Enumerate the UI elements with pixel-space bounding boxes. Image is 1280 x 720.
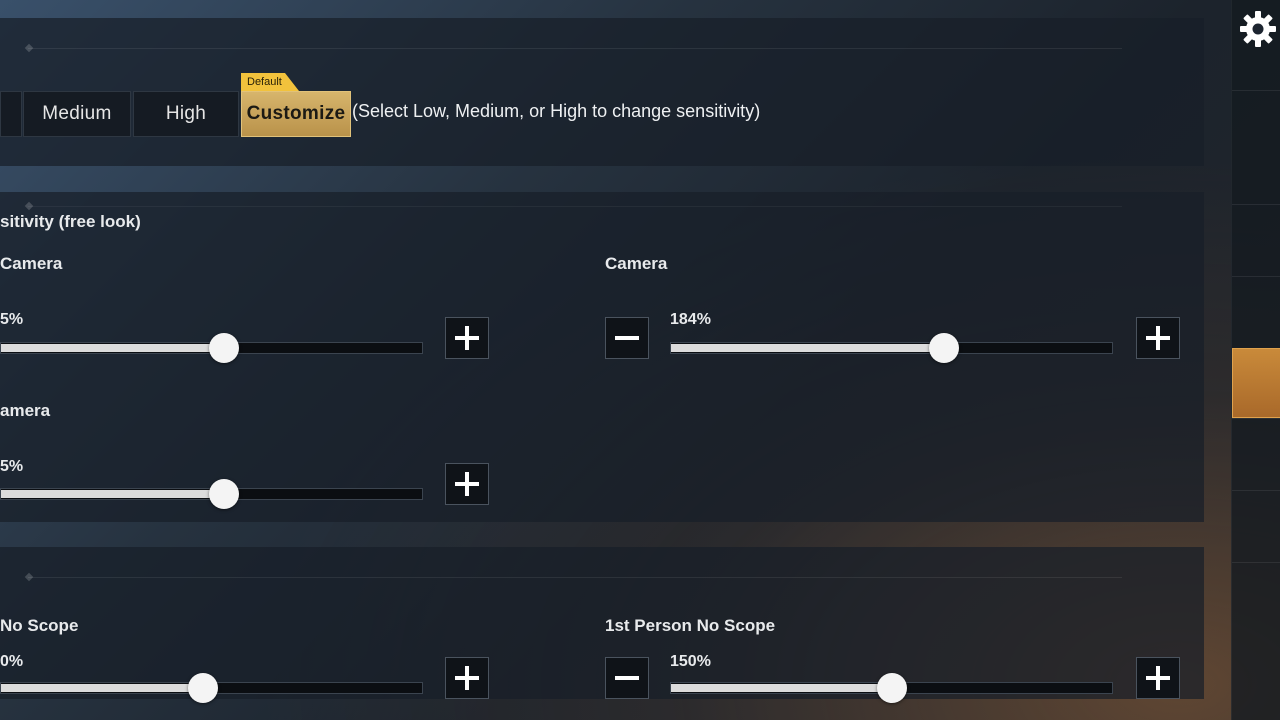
gear-icon[interactable] <box>1238 9 1278 49</box>
preset-low-button[interactable] <box>0 91 22 137</box>
section-divider <box>28 48 1122 49</box>
slider-fill <box>1 684 204 692</box>
default-tag: Default <box>241 73 299 91</box>
increase-button[interactable] <box>1136 317 1180 359</box>
scope-sensitivity-panel <box>0 547 1204 699</box>
rail-tab-active[interactable] <box>1232 348 1280 418</box>
rail-tab[interactable] <box>1232 90 1280 205</box>
slider-thumb[interactable] <box>209 479 240 509</box>
section-divider <box>28 206 1122 207</box>
slider-thumb[interactable] <box>876 673 907 703</box>
settings-side-rail <box>1231 0 1280 720</box>
slider-thumb[interactable] <box>188 673 219 703</box>
plus-icon <box>455 326 479 350</box>
minus-icon <box>615 676 639 680</box>
slider-thumb[interactable] <box>209 333 240 363</box>
plus-icon <box>1146 326 1170 350</box>
plus-icon <box>1146 666 1170 690</box>
camera-value: 5% <box>0 458 24 475</box>
preset-customize-button[interactable]: Customize <box>241 91 351 137</box>
slider-fill <box>1 344 225 352</box>
camera-label: Camera <box>0 254 63 273</box>
first-person-no-scope-label: 1st Person No Scope <box>605 616 776 635</box>
plus-icon <box>455 472 479 496</box>
decrease-button[interactable] <box>605 317 649 359</box>
slider-fill <box>671 344 945 352</box>
preset-medium-button[interactable]: Medium <box>23 91 131 137</box>
increase-button[interactable] <box>445 463 489 505</box>
camera-label: amera <box>0 401 51 420</box>
increase-button[interactable] <box>445 657 489 699</box>
rail-tab[interactable] <box>1232 418 1280 491</box>
first-person-no-scope-slider[interactable] <box>670 673 1113 703</box>
camera-slider[interactable] <box>0 333 423 363</box>
minus-icon <box>615 336 639 340</box>
decrease-button[interactable] <box>605 657 649 699</box>
section-divider <box>28 577 1122 578</box>
no-scope-value: 0% <box>0 653 24 670</box>
rail-tab[interactable] <box>1232 490 1280 563</box>
slider-fill <box>671 684 892 692</box>
plus-icon <box>455 666 479 690</box>
camera-sensitivity-panel <box>0 192 1204 522</box>
camera-label-right: Camera <box>605 254 668 273</box>
camera-slider-right[interactable] <box>670 333 1113 363</box>
rail-tab[interactable] <box>1232 204 1280 277</box>
rail-tab[interactable] <box>1232 562 1280 635</box>
section-title: sitivity (free look) <box>0 212 141 231</box>
preset-hint: (Select Low, Medium, or High to change s… <box>352 101 761 121</box>
preset-high-button[interactable]: High <box>133 91 239 137</box>
increase-button[interactable] <box>1136 657 1180 699</box>
no-scope-label: No Scope <box>0 616 79 635</box>
no-scope-slider[interactable] <box>0 673 423 703</box>
camera-value-right: 184% <box>670 311 711 328</box>
increase-button[interactable] <box>445 317 489 359</box>
first-person-no-scope-value: 150% <box>670 653 711 670</box>
camera-slider[interactable] <box>0 479 423 509</box>
rail-tab[interactable] <box>1232 276 1280 349</box>
slider-fill <box>1 490 225 498</box>
camera-value: 5% <box>0 311 24 328</box>
